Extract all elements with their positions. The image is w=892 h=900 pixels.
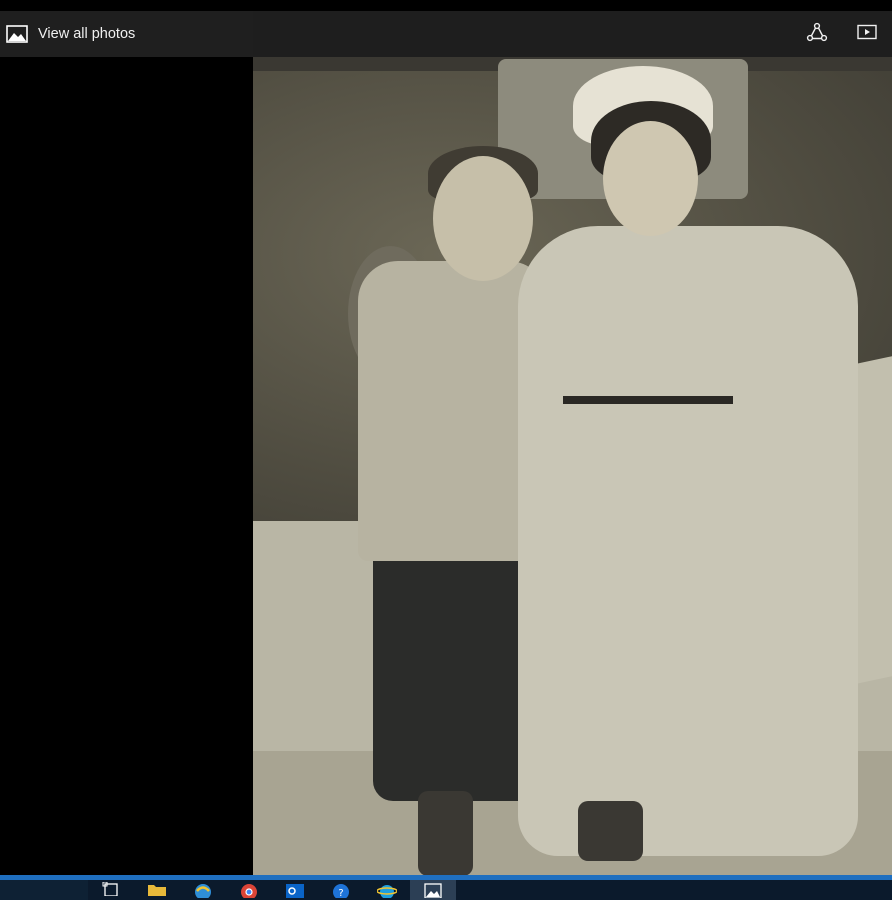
help-button[interactable]: ? xyxy=(318,880,364,900)
taskbar-search-area[interactable] xyxy=(0,880,88,900)
view-all-photos-button[interactable]: View all photos xyxy=(0,11,135,57)
photos-app-icon xyxy=(424,882,442,900)
main-photo[interactable] xyxy=(253,11,892,875)
edge-browser-button[interactable] xyxy=(180,880,226,900)
side-panel xyxy=(0,57,253,875)
folder-icon xyxy=(147,882,167,900)
share-icon xyxy=(806,21,828,48)
edge-icon xyxy=(193,882,213,900)
command-bar-actions xyxy=(792,11,892,57)
file-explorer-button[interactable] xyxy=(134,880,180,900)
slideshow-icon xyxy=(857,24,877,45)
slideshow-button[interactable] xyxy=(842,11,892,57)
command-bar: View all photos xyxy=(0,11,892,57)
share-button[interactable] xyxy=(792,11,842,57)
command-bar-left: View all photos xyxy=(0,11,253,57)
outlook-button[interactable] xyxy=(272,880,318,900)
ie-browser-button[interactable] xyxy=(364,880,410,900)
photo-icon xyxy=(6,25,28,43)
internet-explorer-icon xyxy=(376,882,398,900)
help-icon: ? xyxy=(332,882,350,900)
svg-text:?: ? xyxy=(338,888,343,898)
window-title-strip xyxy=(0,0,892,11)
photos-app-button[interactable] xyxy=(410,880,456,900)
view-all-photos-label: View all photos xyxy=(38,26,136,42)
task-view-icon xyxy=(102,881,120,900)
taskbar: ? xyxy=(0,875,892,900)
task-view-button[interactable] xyxy=(88,880,134,900)
outlook-icon xyxy=(285,882,305,900)
chrome-icon xyxy=(240,882,258,900)
chrome-button[interactable] xyxy=(226,880,272,900)
